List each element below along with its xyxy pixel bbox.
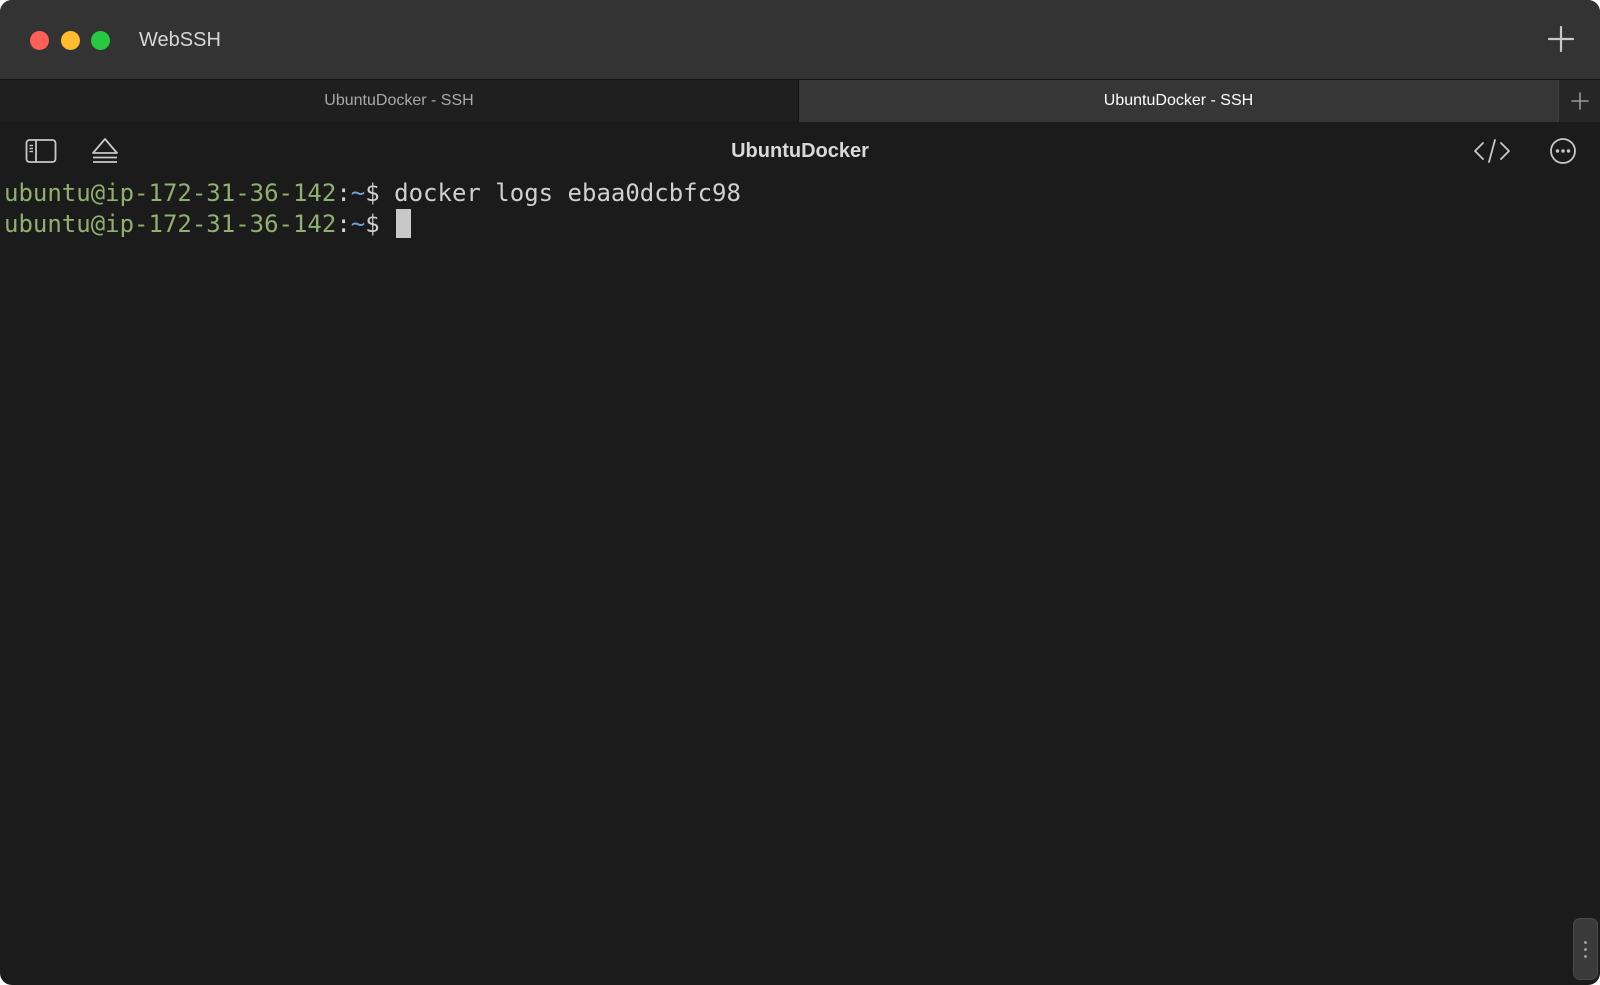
grip-dot: [1584, 941, 1587, 944]
plus-icon: [1571, 92, 1589, 110]
disconnect-button[interactable]: [89, 136, 121, 166]
host-title: UbuntuDocker: [731, 140, 869, 162]
prompt-user-host: ubuntu@ip-172-31-36-142: [4, 179, 337, 207]
close-window-button[interactable]: [30, 31, 49, 50]
tab-bar: UbuntuDocker - SSH UbuntuDocker - SSH: [0, 80, 1600, 122]
command-text: docker logs ebaa0dcbfc98: [379, 179, 741, 207]
zoom-window-button[interactable]: [91, 31, 110, 50]
toggle-sidebar-button[interactable]: [25, 136, 57, 166]
more-icon: [1550, 138, 1576, 164]
terminal-line: ubuntu@ip-172-31-36-142:~$: [4, 209, 1564, 240]
prompt-path: ~: [350, 210, 366, 238]
prompt-colon: :: [336, 179, 351, 207]
terminal-cursor: [396, 209, 412, 238]
prompt-user-host: ubuntu@ip-172-31-36-142: [4, 210, 337, 238]
prompt-dollar: $: [365, 210, 380, 238]
new-tab-button[interactable]: [1558, 80, 1600, 122]
new-window-button[interactable]: [1546, 24, 1576, 54]
app-title: WebSSH: [139, 29, 221, 51]
eject-icon: [92, 138, 118, 163]
terminal-toolbar: UbuntuDocker: [0, 122, 1600, 180]
more-options-button[interactable]: [1548, 136, 1580, 166]
code-icon: [1474, 139, 1510, 163]
plus-icon: [1547, 25, 1575, 53]
sidebar-icon: [25, 139, 57, 163]
app-window: WebSSH UbuntuDocker - SSH UbuntuDocker -…: [0, 0, 1600, 985]
title-bar: WebSSH: [0, 0, 1600, 80]
prompt-dollar: $: [365, 179, 380, 207]
command-text: [380, 210, 394, 238]
prompt-colon: :: [336, 210, 351, 238]
tab-ubuntudocker-ssh-1[interactable]: UbuntuDocker - SSH: [0, 80, 798, 122]
terminal-output[interactable]: ubuntu@ip-172-31-36-142:~$ docker logs e…: [4, 178, 1564, 968]
scroll-handle[interactable]: [1573, 918, 1598, 980]
snippets-button[interactable]: [1473, 136, 1511, 166]
minimize-window-button[interactable]: [61, 31, 80, 50]
grip-dot: [1584, 948, 1587, 951]
prompt-path: ~: [350, 179, 366, 207]
tab-ubuntudocker-ssh-2[interactable]: UbuntuDocker - SSH: [798, 80, 1558, 122]
terminal-line: ubuntu@ip-172-31-36-142:~$ docker logs e…: [4, 178, 1564, 209]
grip-dot: [1584, 955, 1587, 958]
